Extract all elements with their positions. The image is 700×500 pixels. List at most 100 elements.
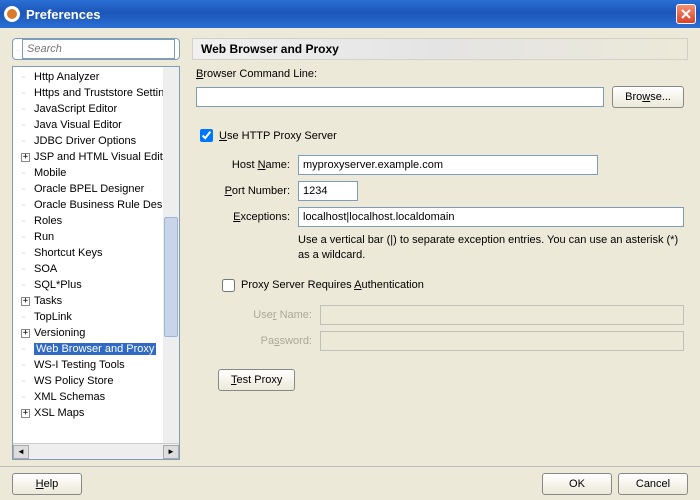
tree-leaf-icon [21, 89, 33, 98]
window-titlebar: Preferences [0, 0, 700, 28]
search-box[interactable] [12, 38, 180, 60]
browse-button[interactable]: Browse... [612, 86, 684, 108]
tree-item[interactable]: Shortcut Keys [13, 245, 179, 261]
host-name-input[interactable] [298, 155, 598, 175]
use-proxy-label[interactable]: Use HTTP Proxy Server [219, 130, 337, 142]
tree-leaf-icon [21, 313, 33, 322]
browser-command-input[interactable] [196, 87, 604, 107]
tree-item[interactable]: SQL*Plus [13, 277, 179, 293]
tree-container: Http Analyzer Https and Truststore Settin… [12, 66, 180, 460]
tree-leaf-icon [21, 249, 33, 258]
tree-item[interactable]: Run [13, 229, 179, 245]
password-input [320, 331, 684, 351]
test-proxy-button[interactable]: Test Proxy [218, 369, 295, 391]
tree-item-label: TopLink [34, 311, 72, 323]
window-title: Preferences [26, 7, 100, 22]
tree-item[interactable]: Https and Truststore Settin [13, 85, 179, 101]
tree-leaf-icon [21, 73, 33, 82]
tree-leaf-icon [21, 169, 33, 178]
tree-item[interactable]: WS-I Testing Tools [13, 357, 179, 373]
tree-item[interactable]: +XSL Maps [13, 405, 179, 421]
tree-leaf-icon [21, 345, 33, 354]
vertical-scrollbar[interactable] [163, 67, 179, 443]
search-icon [17, 42, 18, 56]
tree-item-label: Versioning [34, 327, 85, 339]
search-input[interactable] [22, 39, 175, 59]
tree-item[interactable]: Oracle BPEL Designer [13, 181, 179, 197]
tree-item-label: Oracle BPEL Designer [34, 183, 144, 195]
tree-item-label: XML Schemas [34, 391, 105, 403]
tree-leaf-icon [21, 393, 33, 402]
tree-item-label: Oracle Business Rule Design [34, 199, 177, 211]
close-button[interactable] [676, 4, 696, 24]
tree-item-label: WS-I Testing Tools [34, 359, 125, 371]
port-number-input[interactable] [298, 181, 358, 201]
password-label: Password: [240, 335, 312, 347]
tree-item[interactable]: TopLink [13, 309, 179, 325]
expand-icon[interactable]: + [21, 153, 30, 162]
tree-leaf-icon [21, 105, 33, 114]
tree-item-label: Mobile [34, 167, 66, 179]
horizontal-scrollbar[interactable]: ◄ ► [13, 443, 179, 459]
tree-item[interactable]: JavaScript Editor [13, 101, 179, 117]
tree-item[interactable]: XML Schemas [13, 389, 179, 405]
expand-icon[interactable]: + [21, 297, 30, 306]
tree-item-label: Web Browser and Proxy [34, 343, 156, 355]
host-name-label: Host Name: [218, 159, 290, 171]
tree-item[interactable]: Roles [13, 213, 179, 229]
tree-item-label: Java Visual Editor [34, 119, 122, 131]
tree-item[interactable]: SOA [13, 261, 179, 277]
tree-leaf-icon [21, 185, 33, 194]
username-input [320, 305, 684, 325]
scroll-left-arrow[interactable]: ◄ [13, 445, 29, 459]
requires-auth-checkbox[interactable] [222, 279, 235, 292]
tree-leaf-icon [21, 201, 33, 210]
tree-item[interactable]: Web Browser and Proxy [13, 341, 179, 357]
cancel-button[interactable]: Cancel [618, 473, 688, 495]
tree-item[interactable]: Java Visual Editor [13, 117, 179, 133]
port-number-label: Port Number: [218, 185, 290, 197]
tree-leaf-icon [21, 233, 33, 242]
tree-item-label: Roles [34, 215, 62, 227]
use-proxy-checkbox[interactable] [200, 129, 213, 142]
tree-item-label: JDBC Driver Options [34, 135, 136, 147]
exceptions-hint: Use a vertical bar (|) to separate excep… [298, 233, 684, 264]
scroll-right-arrow[interactable]: ► [163, 445, 179, 459]
tree-item-label: JavaScript Editor [34, 103, 117, 115]
tree-item-label: Run [34, 231, 54, 243]
tree-item-label: Tasks [34, 295, 62, 307]
tree-leaf-icon [21, 377, 33, 386]
exceptions-label: Exceptions: [218, 211, 290, 223]
preferences-tree[interactable]: Http Analyzer Https and Truststore Settin… [13, 67, 179, 423]
tree-item-label: WS Policy Store [34, 375, 113, 387]
tree-leaf-icon [21, 281, 33, 290]
left-pane: Http Analyzer Https and Truststore Settin… [12, 38, 180, 460]
expand-icon[interactable]: + [21, 409, 30, 418]
scrollbar-thumb[interactable] [164, 217, 178, 337]
tree-item[interactable]: + Tasks [13, 293, 179, 309]
tree-item-label: Https and Truststore Settin [34, 87, 164, 99]
expand-icon[interactable]: + [21, 329, 30, 338]
ok-button[interactable]: OK [542, 473, 612, 495]
tree-leaf-icon [21, 121, 33, 130]
tree-item[interactable]: Http Analyzer [13, 69, 179, 85]
bottom-bar: Help OK Cancel [0, 466, 700, 500]
tree-item[interactable]: Oracle Business Rule Design [13, 197, 179, 213]
tree-item-label: Shortcut Keys [34, 247, 102, 259]
help-button[interactable]: Help [12, 473, 82, 495]
tree-item-label: SQL*Plus [34, 279, 82, 291]
panel-title: Web Browser and Proxy [192, 38, 688, 60]
right-pane: Web Browser and Proxy Browser Command Li… [192, 38, 688, 460]
tree-item-label: SOA [34, 263, 57, 275]
exceptions-input[interactable] [298, 207, 684, 227]
tree-leaf-icon [21, 217, 33, 226]
tree-item[interactable]: + Versioning [13, 325, 179, 341]
tree-item[interactable]: JDBC Driver Options [13, 133, 179, 149]
tree-leaf-icon [21, 137, 33, 146]
tree-item[interactable]: Mobile [13, 165, 179, 181]
tree-item-label: JSP and HTML Visual Editor [34, 151, 173, 163]
tree-item[interactable]: WS Policy Store [13, 373, 179, 389]
tree-item[interactable]: + JSP and HTML Visual Editor [13, 149, 179, 165]
tree-leaf-icon [21, 361, 33, 370]
requires-auth-label[interactable]: Proxy Server Requires Authentication [241, 279, 424, 291]
